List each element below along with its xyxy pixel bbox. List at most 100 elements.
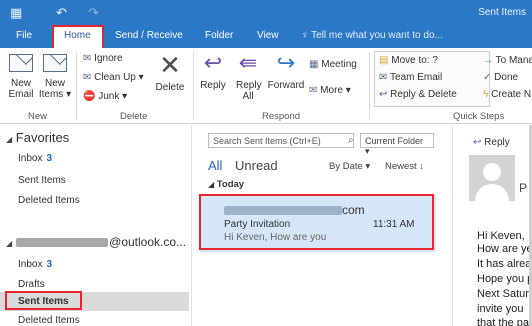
- redacted-email: [16, 238, 109, 248]
- folder-move-icon: ▤: [379, 55, 389, 66]
- avatar-head-shape: [483, 163, 501, 181]
- account-deleted-items[interactable]: Deleted Items: [18, 315, 80, 326]
- clean-up-button[interactable]: ✉ Clean Up ▾: [83, 72, 144, 83]
- quick-step-create-new[interactable]: ϟ Create N: [483, 89, 531, 100]
- window-title: Sent Items: [478, 7, 526, 18]
- forward-button[interactable]: ↪ Forward: [266, 50, 306, 92]
- search-icon[interactable]: ⌕: [348, 135, 354, 146]
- favorite-deleted-items[interactable]: Deleted Items: [18, 195, 80, 206]
- group-label-respond: Respond: [262, 111, 301, 122]
- favorites-header[interactable]: ◢ Favorites: [6, 130, 69, 145]
- meeting-button[interactable]: ▦ Meeting: [309, 59, 357, 70]
- sort-by-date[interactable]: By Date ▾: [329, 161, 370, 172]
- delete-button[interactable]: ✕ Delete: [152, 52, 188, 93]
- team-email-icon: ✉: [379, 72, 388, 83]
- tab-send-receive[interactable]: Send / Receive: [115, 30, 183, 41]
- junk-button[interactable]: ⛔ Junk ▾: [83, 91, 127, 102]
- junk-label: Junk: [98, 91, 120, 102]
- group-header-today[interactable]: ◢ Today: [208, 179, 244, 190]
- envelope-icon: [9, 54, 33, 72]
- filter-all[interactable]: All: [208, 158, 222, 173]
- search-placeholder: Search Sent Items (Ctrl+E): [213, 136, 321, 146]
- account-drafts[interactable]: Drafts: [18, 279, 45, 290]
- folder-label: Inbox: [18, 153, 43, 164]
- tab-file[interactable]: File: [16, 30, 32, 41]
- body-line: Next Satur: [477, 288, 529, 300]
- avatar: [469, 155, 515, 201]
- ignore-icon: ✉: [83, 53, 92, 64]
- tab-folder[interactable]: Folder: [205, 30, 233, 41]
- reply-all-button[interactable]: ⇚ Reply All: [231, 50, 265, 103]
- delete-label: Delete: [155, 82, 185, 93]
- to-manager-label: To Mana: [495, 55, 532, 66]
- body-line: that the pa: [477, 317, 529, 326]
- more-label: More: [320, 85, 343, 96]
- order-label: Newest: [385, 161, 417, 172]
- new-email-label: New Email: [8, 78, 34, 100]
- quick-step-team-email[interactable]: ✉ Team Email: [379, 72, 442, 83]
- collapse-icon: ◢: [6, 135, 13, 144]
- quick-step-to-manager[interactable]: → To Mana: [483, 55, 532, 66]
- ignore-button[interactable]: ✉ Ignore: [83, 53, 123, 64]
- team-email-label: Team Email: [390, 72, 443, 83]
- inline-reply-button[interactable]: ↩ Reply: [473, 137, 510, 148]
- title-bar: ▦ ↶ ↷ Sent Items: [0, 0, 532, 26]
- reply-label: Reply: [200, 80, 226, 91]
- new-email-button[interactable]: New Email: [5, 54, 37, 100]
- collapse-icon: ◢: [208, 180, 215, 189]
- new-items-button[interactable]: New Items ▾: [38, 54, 72, 100]
- reply-delete-icon: ↩: [379, 89, 388, 100]
- new-items-label: New Items ▾: [38, 78, 72, 100]
- group-separator: [369, 52, 370, 120]
- calendar-icon: ▦: [309, 59, 319, 70]
- reply-all-icon: ⇚: [238, 50, 258, 75]
- quick-step-done[interactable]: ✓ Done: [483, 72, 518, 83]
- delete-x-icon: ✕: [159, 50, 181, 80]
- favorite-sent-items[interactable]: Sent Items: [18, 175, 66, 186]
- unread-count: 3: [46, 259, 53, 270]
- avatar-body-shape: [475, 184, 509, 201]
- more-icon: ✉: [309, 85, 318, 96]
- message-highlight: [199, 194, 434, 250]
- group-label-quick-steps: Quick Steps: [453, 111, 505, 122]
- account-inbox[interactable]: Inbox 3: [18, 259, 52, 270]
- tell-me-box[interactable]: ♀ Tell me what you want to do...: [301, 30, 443, 41]
- forward-icon: ↪: [276, 50, 296, 75]
- redo-icon[interactable]: ↷: [88, 5, 99, 21]
- reply-delete-label: Reply & Delete: [390, 89, 457, 100]
- sort-label: By Date: [329, 161, 363, 172]
- clean-up-icon: ✉: [83, 72, 92, 83]
- forward-label: Forward: [267, 80, 305, 91]
- body-line: invite you: [477, 303, 524, 315]
- more-button[interactable]: ✉ More ▾: [309, 85, 351, 96]
- done-label: Done: [494, 72, 519, 83]
- new-items-icon: [43, 54, 67, 72]
- collapse-icon: ◢: [6, 239, 13, 248]
- search-scope-select[interactable]: Current Folder ▾: [360, 133, 434, 156]
- body-line: It has alrea: [477, 258, 532, 270]
- home-tab-highlight: [52, 25, 104, 50]
- reply-label: Reply: [484, 137, 510, 148]
- body-line: How are ye: [477, 243, 532, 255]
- filter-unread[interactable]: Unread: [235, 158, 278, 173]
- sort-order[interactable]: Newest ↓: [385, 161, 424, 172]
- quick-step-move-to[interactable]: ▤ Move to: ?: [379, 55, 438, 66]
- folder-label: Inbox: [18, 259, 43, 270]
- ribbon: New Email New Items ▾ New ✉ Ignore ✉ Cle…: [0, 48, 532, 124]
- outlook-app-icon: ▦: [10, 5, 23, 20]
- reply-icon: ↩: [203, 50, 223, 75]
- scope-label: Current Folder: [365, 136, 424, 146]
- account-header[interactable]: ◢ @outlook.co...: [6, 235, 186, 249]
- undo-icon[interactable]: ↶: [56, 5, 67, 21]
- group-label-new: New: [28, 111, 48, 122]
- group-separator: [193, 52, 194, 120]
- search-input[interactable]: Search Sent Items (Ctrl+E) ⌕: [208, 133, 354, 148]
- reply-button[interactable]: ↩ Reply: [197, 50, 229, 92]
- move-to-label: Move to: ?: [391, 55, 438, 66]
- lightbulb-icon: ♀: [301, 30, 309, 41]
- reply-icon: ↩: [473, 137, 482, 148]
- tab-view[interactable]: View: [257, 30, 279, 41]
- tell-me-label: Tell me what you want to do...: [311, 30, 443, 41]
- favorite-inbox[interactable]: Inbox 3: [18, 153, 52, 164]
- quick-step-reply-delete[interactable]: ↩ Reply & Delete: [379, 89, 457, 100]
